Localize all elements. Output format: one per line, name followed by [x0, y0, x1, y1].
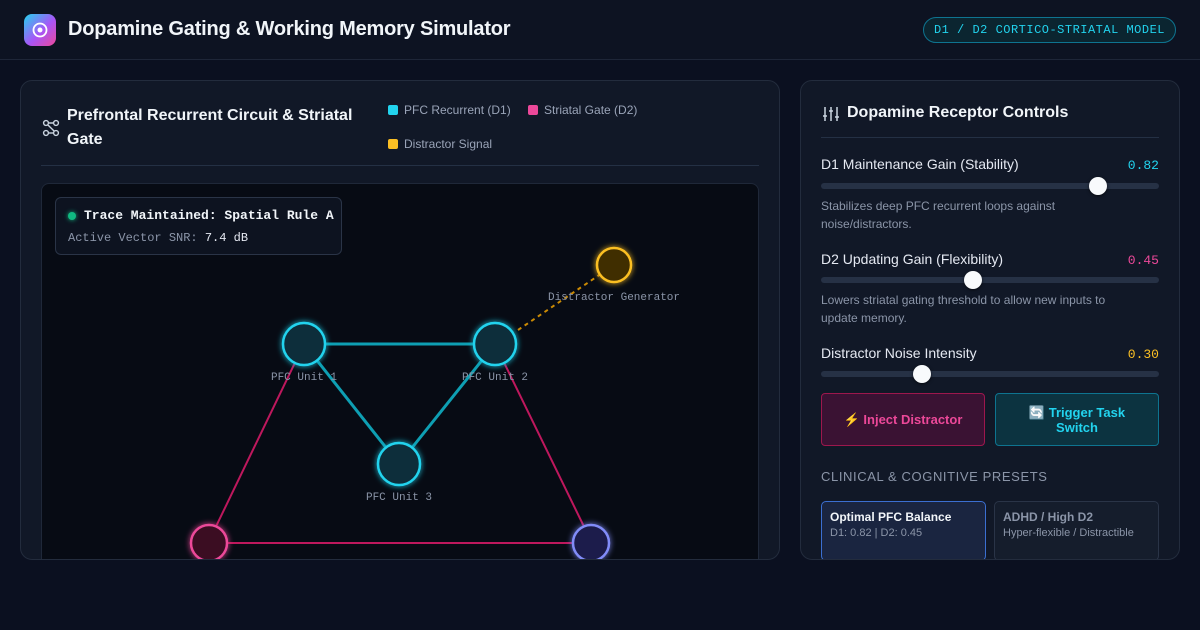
- striatal-node-right[interactable]: [571, 523, 611, 560]
- preset-name: Optimal PFC Balance: [830, 510, 952, 524]
- pfc-recurrent-connection: [397, 343, 497, 465]
- legend-label: Striatal Gate (D2): [544, 103, 638, 117]
- legend-item-striatal: Striatal Gate (D2): [528, 103, 637, 117]
- legend-item-pfc: PFC Recurrent (D1): [388, 103, 511, 117]
- app-header: Dopamine Gating & Working Memory Simulat…: [0, 0, 1200, 60]
- distractor-noise-slider-thumb[interactable]: [913, 365, 932, 383]
- preset-name: ADHD / High D2: [1003, 510, 1093, 524]
- trace-status-text: Trace Maintained: Spatial Rule A: [84, 208, 334, 223]
- d1-gain-slider-thumb[interactable]: [1089, 177, 1108, 195]
- model-badge: D1 / D2 CORTICO-STRIATAL MODEL: [922, 17, 1176, 43]
- legend-swatch: [528, 105, 538, 115]
- d1-gain-label: D1 Maintenance Gain (Stability): [821, 156, 1019, 172]
- pfc-unit-1-label: PFC Unit 1: [271, 372, 337, 384]
- legend-item-distractor: Distractor Signal: [388, 137, 492, 151]
- preset-adhd-high-d2[interactable]: ADHD / High D2 Hyper-flexible / Distract…: [994, 501, 1159, 559]
- preset-subtitle: Hyper-flexible / Distractible: [1003, 527, 1134, 539]
- d2-gain-slider-thumb[interactable]: [964, 271, 983, 289]
- striatal-node-left[interactable]: [189, 523, 229, 560]
- d2-gain-value: 0.45: [1127, 253, 1159, 268]
- app-title: Dopamine Gating & Working Memory Simulat…: [68, 18, 511, 40]
- app-logo-icon: [24, 14, 56, 46]
- distractor-noise-label: Distractor Noise Intensity: [821, 345, 977, 361]
- distractor-noise-slider[interactable]: [821, 365, 1159, 383]
- pfc-unit-2-label: PFC Unit 2: [462, 372, 528, 384]
- d1-gain-slider[interactable]: [821, 177, 1159, 195]
- pfc-unit-3-label: PFC Unit 3: [366, 492, 432, 504]
- pfc-unit-2-node[interactable]: [472, 321, 518, 367]
- panel-divider: [821, 137, 1159, 138]
- legend-swatch: [388, 139, 398, 149]
- distractor-noise-value: 0.30: [1127, 347, 1159, 362]
- trace-status-box: Trace Maintained: Spatial Rule A Active …: [55, 197, 342, 255]
- status-indicator-icon: [68, 212, 76, 220]
- d1-gain-value: 0.82: [1127, 158, 1159, 173]
- pfc-recurrent-connection: [302, 343, 401, 465]
- trigger-task-switch-button[interactable]: 🔄 Trigger Task Switch: [995, 393, 1159, 446]
- d2-gain-slider[interactable]: [821, 271, 1159, 289]
- d2-gain-description: Lowers striatal gating threshold to allo…: [821, 293, 1106, 325]
- controls-panel-title: Dopamine Receptor Controls: [847, 104, 1069, 121]
- presets-heading: CLINICAL & COGNITIVE PRESETS: [821, 469, 1048, 484]
- legend-swatch: [388, 105, 398, 115]
- panel-divider: [41, 165, 759, 166]
- legend-label: Distractor Signal: [404, 137, 493, 151]
- snr-value: 7.4 dB: [204, 231, 249, 245]
- distractor-generator-node[interactable]: [595, 246, 633, 284]
- controls-panel: Dopamine Receptor Controls D1 Maintenanc…: [800, 80, 1180, 560]
- pfc-unit-3-node[interactable]: [376, 441, 422, 487]
- snr-readout: Active Vector SNR: 7.4 dB: [68, 231, 248, 245]
- pfc-unit-1-node[interactable]: [281, 321, 327, 367]
- circuit-panel: Prefrontal Recurrent Circuit & Striatal …: [20, 80, 780, 560]
- sliders-icon: [823, 107, 839, 121]
- d1-gain-description: Stabilizes deep PFC recurrent loops agai…: [821, 199, 1056, 231]
- legend-label: PFC Recurrent (D1): [404, 103, 511, 117]
- circuit-canvas[interactable]: PFC Unit 1 PFC Unit 2 PFC Unit 3 Distrac…: [41, 183, 759, 560]
- network-icon: [42, 119, 60, 137]
- snr-label: Active Vector SNR:: [68, 231, 198, 245]
- inject-distractor-button[interactable]: ⚡ Inject Distractor: [821, 393, 985, 446]
- circuit-panel-title: Prefrontal Recurrent Circuit & Striatal …: [67, 107, 353, 148]
- d2-gain-label: D2 Updating Gain (Flexibility): [821, 251, 1004, 267]
- preset-subtitle: D1: 0.82 | D2: 0.45: [830, 527, 923, 539]
- preset-optimal-pfc-balance[interactable]: Optimal PFC Balance D1: 0.82 | D2: 0.45: [821, 501, 986, 559]
- distractor-generator-label: Distractor Generator: [548, 292, 680, 304]
